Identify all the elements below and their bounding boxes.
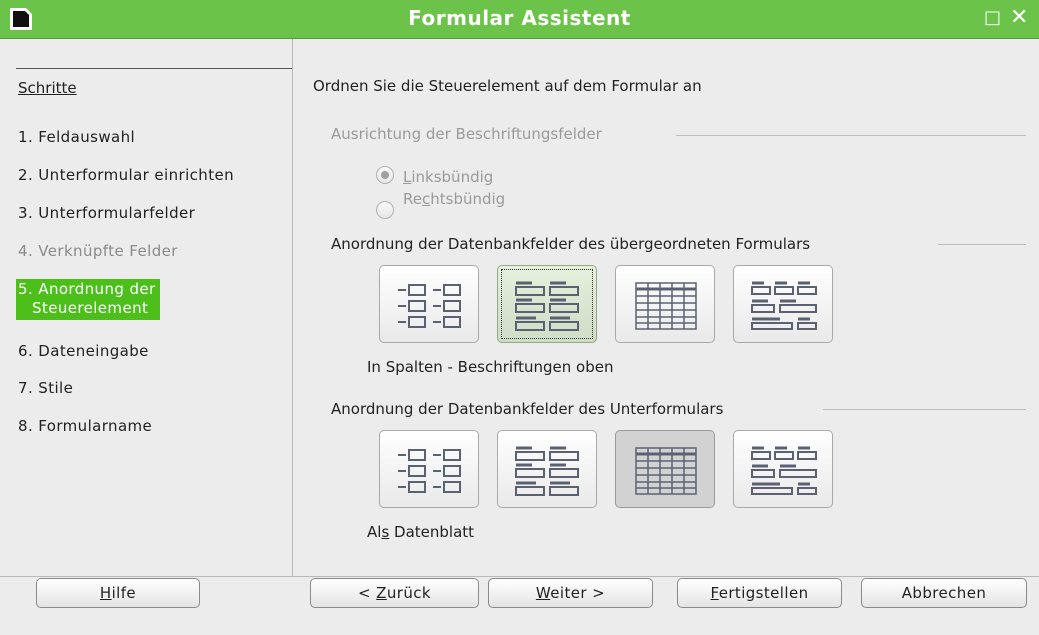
back-button[interactable]: < Zurück bbox=[310, 578, 479, 608]
footer-separator bbox=[0, 576, 1039, 577]
columns-labels-left-icon bbox=[398, 284, 461, 328]
group-divider bbox=[676, 135, 1026, 136]
sub-layout-datasheet-button[interactable] bbox=[615, 430, 715, 508]
radio-dot bbox=[381, 171, 389, 179]
master-layout-caption: In Spalten - Beschriftungen oben bbox=[367, 358, 614, 376]
columns-labels-top-icon bbox=[515, 281, 579, 331]
radio-linksbuendig-label[interactable]: Linksbündig bbox=[403, 168, 493, 186]
master-layout-blocks-button[interactable] bbox=[733, 265, 833, 343]
sub-layout-columns-left-button[interactable] bbox=[379, 430, 479, 508]
step-unterformular-einrichten[interactable]: 2. Unterformular einrichten bbox=[18, 166, 234, 184]
step-formularname[interactable]: 8. Formularname bbox=[18, 417, 152, 435]
steps-sidebar: Schritte 1. Feldauswahl 2. Unterformular… bbox=[0, 39, 293, 576]
help-button[interactable]: Hilfe bbox=[36, 578, 200, 608]
master-layout-columns-left-button[interactable] bbox=[379, 265, 479, 343]
datasheet-grid-icon bbox=[635, 282, 697, 330]
sidebar-rule bbox=[16, 68, 292, 69]
step-verknuepfte-felder: 4. Verknüpfte Felder bbox=[18, 242, 178, 260]
blocks-labels-above-icon bbox=[751, 446, 817, 495]
blocks-labels-above-icon bbox=[751, 281, 817, 330]
radio-linksbuendig[interactable] bbox=[376, 166, 394, 184]
label-alignment-title: Ausrichtung der Beschriftungsfelder bbox=[331, 125, 602, 143]
steps-heading: Schritte bbox=[18, 79, 77, 97]
window-title: Formular Assistent bbox=[408, 6, 631, 30]
step-feldauswahl[interactable]: 1. Feldauswahl bbox=[18, 128, 135, 146]
main-panel: Ordnen Sie die Steuerelement auf dem For… bbox=[293, 39, 1039, 576]
radio-rechtsbuendig-label[interactable]: Rechtsbündig bbox=[403, 190, 505, 208]
group-divider bbox=[938, 244, 1026, 245]
sub-layout-caption: Als Datenblatt bbox=[367, 523, 475, 541]
radio-rechtsbuendig[interactable] bbox=[376, 201, 394, 219]
step-stile[interactable]: 7. Stile bbox=[18, 379, 73, 397]
step-anordnung-line1: 5. Anordnung der bbox=[18, 280, 156, 298]
datasheet-grid-icon bbox=[635, 447, 697, 495]
group-divider bbox=[823, 409, 1026, 410]
maximize-icon[interactable]: □ bbox=[984, 8, 1001, 28]
title-bar: Formular Assistent □ ✕ bbox=[0, 0, 1039, 39]
sub-arrangement-title: Anordnung der Datenbankfelder des Unterf… bbox=[331, 400, 724, 418]
columns-labels-top-icon bbox=[515, 446, 579, 496]
finish-button[interactable]: Fertigstellen bbox=[677, 578, 842, 608]
master-layout-datasheet-button[interactable] bbox=[615, 265, 715, 343]
sub-layout-blocks-button[interactable] bbox=[733, 430, 833, 508]
step-anordnung[interactable]: 5. Anordnung der Steuerelement bbox=[16, 279, 160, 320]
next-button[interactable]: Weiter > bbox=[488, 578, 653, 608]
step-anordnung-line2: Steuerelement bbox=[32, 299, 149, 317]
sub-layout-columns-top-button[interactable] bbox=[497, 430, 597, 508]
columns-labels-left-icon bbox=[398, 449, 461, 493]
close-icon[interactable]: ✕ bbox=[1010, 7, 1028, 29]
master-arrangement-title: Anordnung der Datenbankfelder des überge… bbox=[331, 235, 811, 253]
step-unterformularfelder[interactable]: 3. Unterformularfelder bbox=[18, 204, 195, 222]
step-dateneingabe[interactable]: 6. Dateneingabe bbox=[18, 342, 149, 360]
cancel-button[interactable]: Abbrechen bbox=[861, 578, 1027, 608]
master-layout-columns-top-button[interactable] bbox=[497, 265, 597, 343]
instruction-text: Ordnen Sie die Steuerelement auf dem For… bbox=[313, 77, 702, 95]
